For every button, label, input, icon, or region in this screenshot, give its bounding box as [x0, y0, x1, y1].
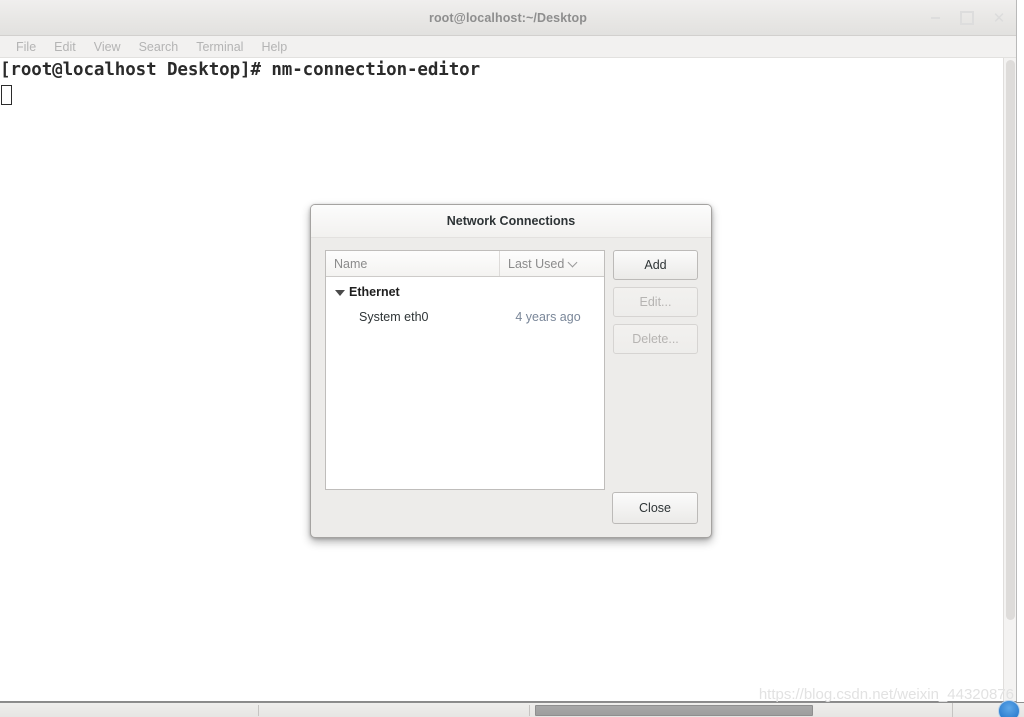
taskbar-active-window-button[interactable] [535, 704, 813, 716]
edit-button[interactable]: Edit... [613, 287, 698, 317]
dialog-main: Name Last Used Ethernet System eth0 4 ye… [325, 250, 698, 490]
dialog-titlebar[interactable]: Network Connections [311, 205, 711, 238]
menu-item-view[interactable]: View [86, 38, 129, 56]
taskbar-separator [529, 704, 530, 716]
connection-group-label: Ethernet [349, 284, 400, 299]
column-header-name[interactable]: Name [326, 251, 500, 276]
connection-group-ethernet[interactable]: Ethernet [326, 279, 604, 304]
menu-item-terminal[interactable]: Terminal [188, 38, 251, 56]
terminal-scrollbar-thumb[interactable] [1006, 60, 1015, 620]
connection-name: System eth0 [359, 310, 429, 324]
blue-circle-icon[interactable] [998, 700, 1020, 717]
terminal-prompt-line: [root@localhost Desktop]# nm-connection-… [0, 60, 481, 80]
dialog-body: Name Last Used Ethernet System eth0 4 ye… [311, 238, 711, 537]
terminal-titlebar[interactable]: root@localhost:~/Desktop ✕ [0, 0, 1016, 36]
column-header-last-used[interactable]: Last Used [500, 251, 604, 276]
terminal-title: root@localhost:~/Desktop [428, 10, 587, 25]
column-header-name-label: Name [334, 256, 368, 271]
taskbar-spacer [813, 703, 952, 717]
terminal-cursor-icon [1, 85, 12, 105]
menu-item-help[interactable]: Help [253, 38, 295, 56]
column-header-last-used-label: Last Used [508, 256, 565, 271]
network-connections-dialog: Network Connections Name Last Used Ether… [310, 204, 712, 538]
dialog-footer: Close [612, 492, 698, 524]
connection-list-rows: Ethernet System eth0 4 years ago [326, 277, 604, 489]
menu-item-edit[interactable]: Edit [46, 38, 84, 56]
connection-list-header: Name Last Used [326, 251, 604, 277]
terminal-menubar: File Edit View Search Terminal Help [0, 36, 1016, 58]
menu-item-search[interactable]: Search [131, 38, 187, 56]
minimize-icon[interactable] [926, 9, 944, 27]
menu-item-file[interactable]: File [8, 38, 44, 56]
connection-last-used: 4 years ago [515, 310, 581, 324]
delete-button[interactable]: Delete... [613, 324, 698, 354]
chevron-down-icon [569, 258, 578, 267]
dialog-title: Network Connections [446, 214, 576, 228]
terminal-scrollbar[interactable] [1003, 58, 1016, 701]
table-row[interactable]: System eth0 4 years ago [326, 304, 604, 330]
maximize-icon[interactable] [958, 9, 976, 27]
window-controls: ✕ [926, 0, 1008, 36]
watermark: https://blog.csdn.net/weixin_44320876 [758, 686, 1014, 703]
connection-list[interactable]: Name Last Used Ethernet System eth0 4 ye… [325, 250, 605, 490]
triangle-down-icon[interactable] [333, 285, 347, 299]
close-button[interactable]: Close [612, 492, 698, 524]
taskbar-zone-middle [259, 703, 529, 717]
add-button[interactable]: Add [613, 250, 698, 280]
desktop-root: root@localhost:~/Desktop ✕ File Edit Vie… [0, 0, 1024, 717]
dialog-side-buttons: Add Edit... Delete... [613, 250, 698, 490]
taskbar [0, 700, 1024, 717]
close-icon[interactable]: ✕ [990, 9, 1008, 27]
taskbar-zone-left [0, 703, 258, 717]
